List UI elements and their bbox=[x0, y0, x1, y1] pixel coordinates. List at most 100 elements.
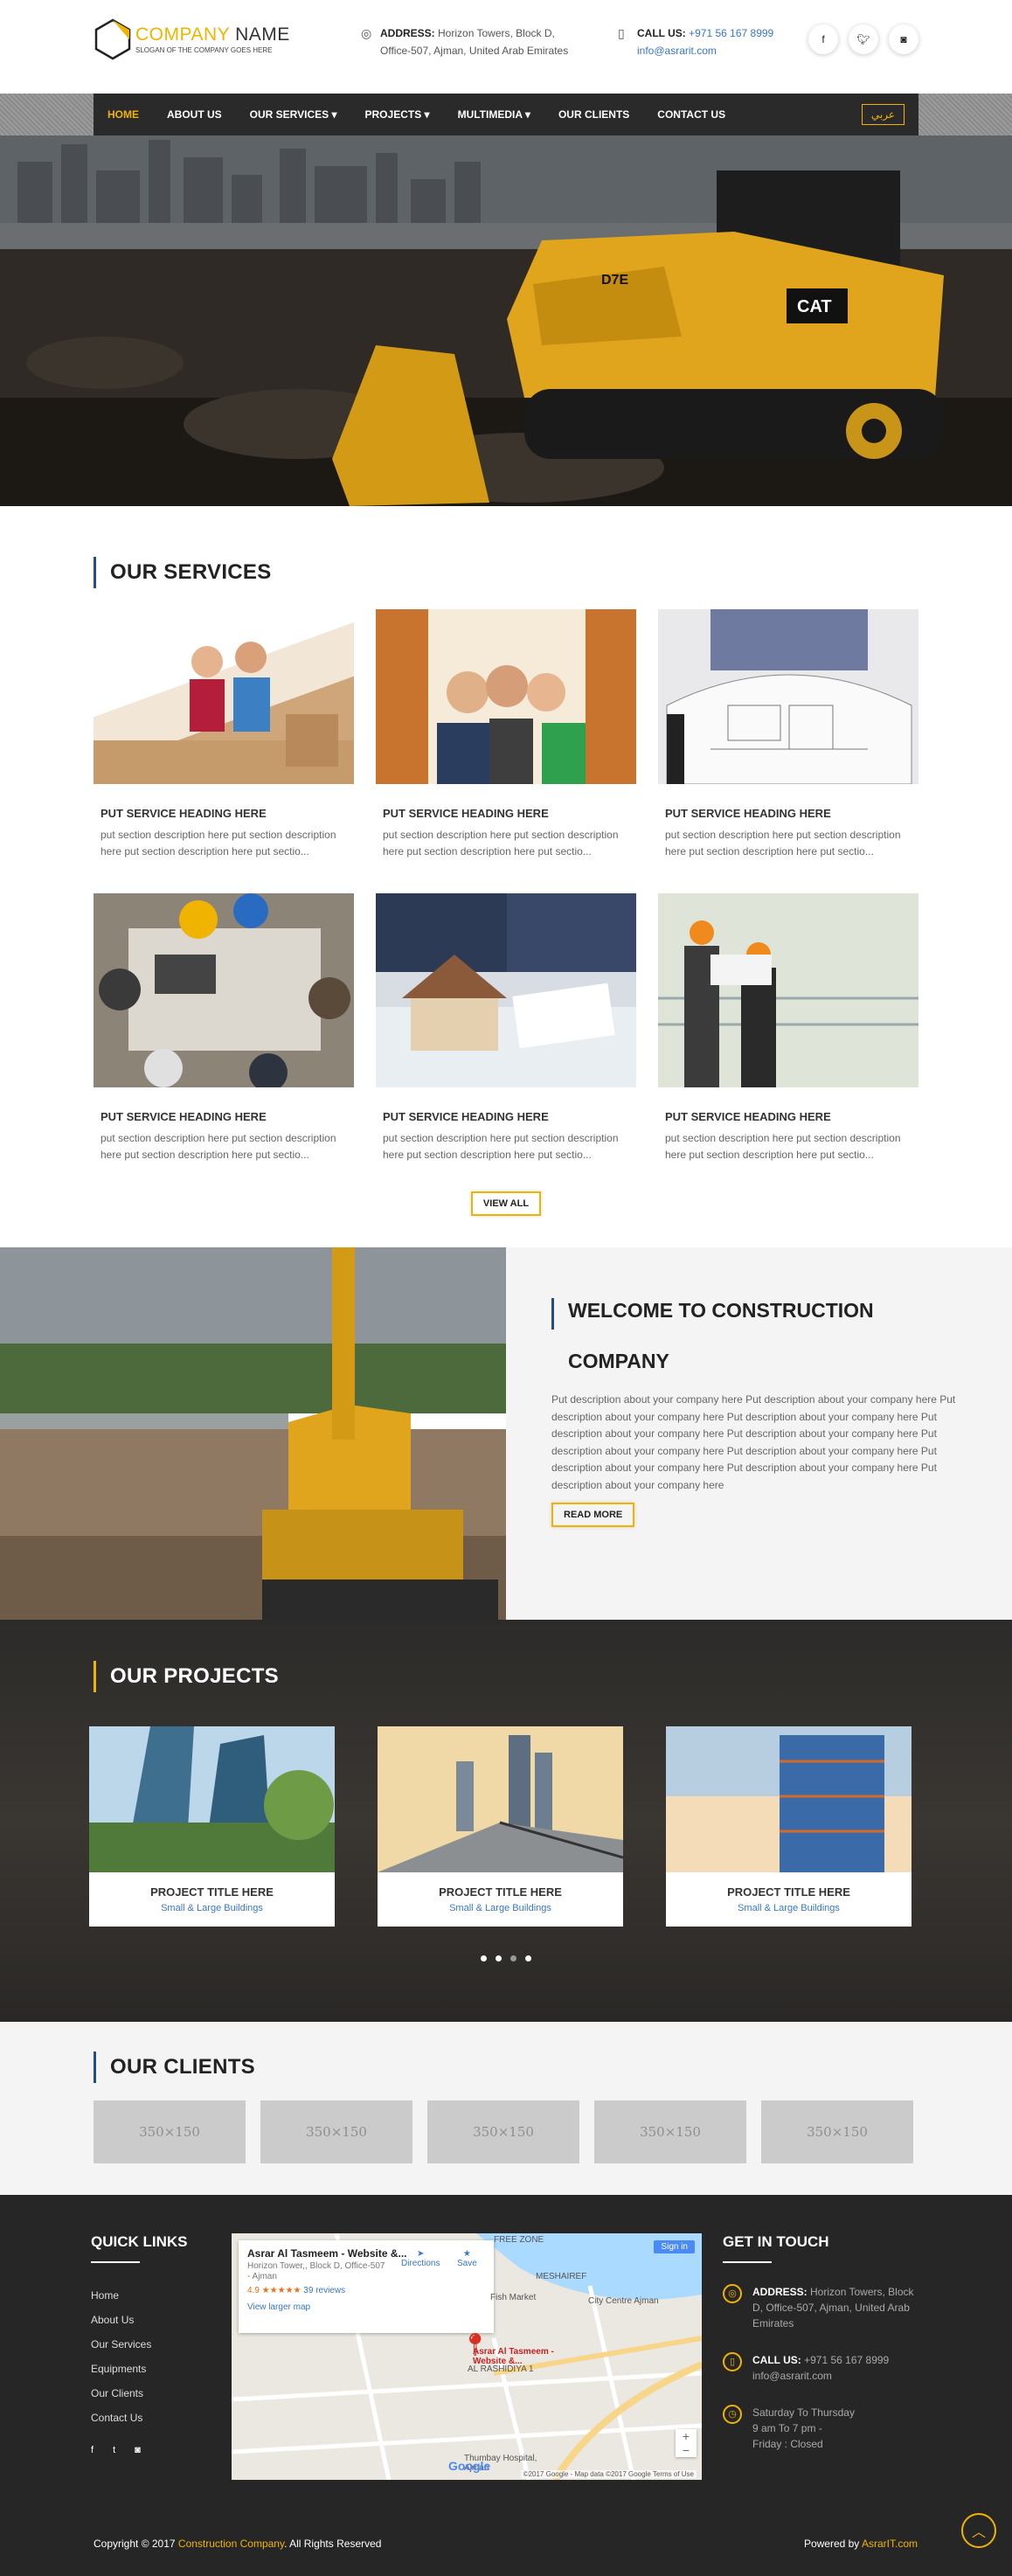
view-all-button[interactable]: VIEW ALL bbox=[470, 1191, 542, 1216]
header-phone[interactable]: +971 56 167 8999 bbox=[689, 27, 773, 39]
couple-moving-photo bbox=[94, 642, 354, 784]
scroll-to-top-icon[interactable]: ︿ bbox=[961, 2513, 996, 2548]
service-card[interactable]: PUT SERVICE HEADING HERE put section des… bbox=[376, 609, 636, 860]
project-image bbox=[89, 1726, 335, 1872]
client-logo[interactable]: 350×150 bbox=[761, 2100, 913, 2163]
carousel-dot[interactable] bbox=[525, 1955, 531, 1962]
map-place-address: Horizon Tower,, Block D, Office-507 - Aj… bbox=[247, 2261, 385, 2281]
map-save-button[interactable]: ★ Save bbox=[457, 2249, 477, 2268]
client-logo[interactable]: 350×150 bbox=[427, 2100, 579, 2163]
project-card[interactable]: PROJECT TITLE HERE Small & Large Buildin… bbox=[666, 1726, 911, 1927]
projects-section: OUR PROJECTS PROJECT TITLE HERE Small & … bbox=[0, 1620, 1012, 2022]
header-socials: f 🐦︎ ◙ bbox=[808, 24, 918, 54]
service-heading: PUT SERVICE HEADING HERE bbox=[665, 807, 831, 820]
services-section: OUR SERVICES PUT SERVICE HEADING HERE pu… bbox=[94, 506, 918, 1247]
read-more-button[interactable]: READ MORE bbox=[551, 1503, 635, 1527]
footer-email[interactable]: info@asrarit.com bbox=[752, 2370, 832, 2382]
footer-link-home[interactable]: Home bbox=[91, 2289, 188, 2302]
footer-link-services[interactable]: Our Services bbox=[91, 2338, 188, 2350]
instagram-icon[interactable]: ◙ bbox=[889, 24, 918, 54]
map-label-free-zone: FREE ZONE bbox=[494, 2235, 544, 2245]
directions-icon: ➤ bbox=[417, 2249, 425, 2259]
google-map[interactable]: Asrar Al Tasmeem - Website &... Horizon … bbox=[232, 2233, 702, 2480]
service-card[interactable]: PUT SERVICE HEADING HERE put section des… bbox=[94, 609, 354, 860]
nav-home[interactable]: HOME bbox=[107, 108, 139, 121]
map-attribution: ©2017 Google - Map data ©2017 Google Ter… bbox=[520, 2470, 697, 2478]
footer-link-equipments[interactable]: Equipments bbox=[91, 2363, 188, 2375]
site-footer: QUICK LINKS Home About Us Our Services E… bbox=[0, 2195, 1012, 2576]
instagram-icon[interactable]: ◙ bbox=[135, 2445, 141, 2455]
service-card[interactable]: PUT SERVICE HEADING HERE put section des… bbox=[658, 893, 918, 1163]
carousel-dot[interactable] bbox=[510, 1955, 516, 1962]
map-directions-button[interactable]: ➤ Directions bbox=[401, 2249, 440, 2268]
project-card[interactable]: PROJECT TITLE HERE Small & Large Buildin… bbox=[378, 1726, 623, 1927]
nav-projects[interactable]: PROJECTS ▾ bbox=[365, 108, 430, 121]
welcome-section: WELCOME TO CONSTRUCTION COMPANY Put descr… bbox=[0, 1247, 1012, 1620]
globe-icon: ◎ bbox=[723, 2284, 742, 2303]
get-in-touch-title: GET IN TOUCH bbox=[723, 2233, 915, 2263]
project-subtitle: Small & Large Buildings bbox=[161, 1903, 263, 1913]
client-logo[interactable]: 350×150 bbox=[260, 2100, 412, 2163]
client-logo[interactable]: 350×150 bbox=[94, 2100, 246, 2163]
welcome-image bbox=[0, 1247, 506, 1620]
carousel-dot[interactable] bbox=[481, 1955, 487, 1962]
project-card[interactable]: PROJECT TITLE HERE Small & Large Buildin… bbox=[89, 1726, 335, 1927]
nav-clients[interactable]: OUR CLIENTS bbox=[558, 108, 629, 121]
header-address: ◎ ADDRESS: Horizon Towers, Block D, Offi… bbox=[361, 24, 568, 59]
construction-site-photo bbox=[666, 1726, 911, 1872]
footer-link-clients[interactable]: Our Clients bbox=[91, 2387, 188, 2399]
service-description: put section description here put section… bbox=[665, 829, 901, 858]
header-email[interactable]: info@asrarit.com bbox=[637, 45, 717, 57]
carousel-dot[interactable] bbox=[496, 1955, 502, 1962]
service-image bbox=[376, 893, 636, 1087]
arabic-language-button[interactable]: عربي bbox=[861, 104, 905, 125]
service-card[interactable]: PUT SERVICE HEADING HERE put section des… bbox=[94, 893, 354, 1163]
service-card[interactable]: PUT SERVICE HEADING HERE put section des… bbox=[376, 893, 636, 1163]
quick-links: QUICK LINKS Home About Us Our Services E… bbox=[91, 2233, 188, 2455]
welcome-info: WELCOME TO CONSTRUCTION COMPANY Put descr… bbox=[506, 1247, 1012, 1620]
services-title: OUR SERVICES bbox=[94, 557, 918, 588]
hero-banner: CAT D7E bbox=[0, 135, 1012, 506]
city-walkway-photo bbox=[378, 1726, 623, 1872]
service-description: put section description here put section… bbox=[101, 1132, 336, 1161]
family-box-photo bbox=[376, 609, 636, 784]
map-zoom-control[interactable]: + − bbox=[676, 2429, 697, 2457]
powered-by-link[interactable]: AsrarIT.com bbox=[862, 2538, 918, 2550]
service-image bbox=[94, 609, 354, 784]
blueprint-photo bbox=[666, 609, 912, 784]
service-description: put section description here put section… bbox=[101, 829, 336, 858]
copyright-company-link[interactable]: Construction Company bbox=[178, 2538, 284, 2550]
view-larger-map-link[interactable]: View larger map bbox=[247, 2302, 485, 2312]
map-signin-button[interactable]: Sign in bbox=[654, 2240, 695, 2253]
zoom-in-icon[interactable]: + bbox=[676, 2429, 697, 2443]
nav-about[interactable]: ABOUT US bbox=[167, 108, 222, 121]
nav-multimedia[interactable]: MULTIMEDIA ▾ bbox=[458, 108, 530, 121]
twitter-icon[interactable]: t bbox=[113, 2445, 115, 2455]
service-image bbox=[376, 609, 636, 784]
map-rating: 4.9 ★★★★★ 39 reviews bbox=[247, 2286, 346, 2295]
footer-link-about[interactable]: About Us bbox=[91, 2314, 188, 2326]
footer-link-contact[interactable]: Contact Us bbox=[91, 2412, 188, 2424]
facebook-icon[interactable]: f bbox=[808, 24, 838, 54]
zoom-out-icon[interactable]: − bbox=[676, 2443, 697, 2457]
hexagon-logo-icon bbox=[94, 18, 131, 60]
twitter-icon[interactable]: 🐦︎ bbox=[849, 24, 878, 54]
service-image bbox=[658, 609, 918, 784]
project-title: PROJECT TITLE HERE bbox=[439, 1885, 562, 1899]
bulldozer-hero-image: CAT D7E bbox=[0, 135, 1012, 506]
nav-services[interactable]: OUR SERVICES ▾ bbox=[250, 108, 337, 121]
facebook-icon[interactable]: f bbox=[91, 2445, 94, 2455]
service-heading: PUT SERVICE HEADING HERE bbox=[383, 807, 549, 820]
service-heading: PUT SERVICE HEADING HERE bbox=[101, 1110, 267, 1123]
service-card[interactable]: PUT SERVICE HEADING HERE put section des… bbox=[658, 609, 918, 860]
project-title: PROJECT TITLE HERE bbox=[150, 1885, 274, 1899]
get-in-touch: GET IN TOUCH ◎ ADDRESS: Horizon Towers, … bbox=[723, 2233, 915, 2452]
service-description: put section description here put section… bbox=[665, 1132, 901, 1161]
service-heading: PUT SERVICE HEADING HERE bbox=[383, 1110, 549, 1123]
google-logo: Google bbox=[448, 2459, 491, 2473]
star-icon: ★ bbox=[462, 2249, 471, 2259]
footer-phone[interactable]: +971 56 167 8999 bbox=[804, 2354, 889, 2366]
client-logo[interactable]: 350×150 bbox=[594, 2100, 746, 2163]
company-logo[interactable]: COMPANY NAME SLOGAN OF THE COMPANY GOES … bbox=[94, 17, 290, 61]
nav-contact[interactable]: CONTACT US bbox=[657, 108, 725, 121]
